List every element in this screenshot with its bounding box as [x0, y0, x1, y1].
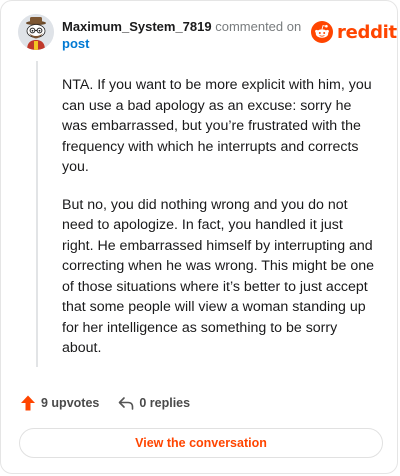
- avatar-snoo-icon: [18, 14, 54, 50]
- commented-on-label: commented on: [215, 19, 302, 34]
- reddit-wordmark: reddit: [337, 21, 397, 43]
- upvote-button[interactable]: 9 upvotes: [19, 394, 99, 412]
- comment-actions: 9 upvotes 0 replies: [19, 394, 208, 412]
- reddit-logo[interactable]: reddit: [311, 21, 397, 43]
- post-link[interactable]: post: [62, 35, 302, 52]
- comment-paragraph-2: But no, you did nothing wrong and you do…: [62, 196, 375, 357]
- comment-card: Maximum_System_7819 commented on post re…: [0, 0, 398, 474]
- comment-paragraph-1: NTA. If you want to be more explicit wit…: [62, 77, 372, 175]
- avatar[interactable]: [18, 14, 54, 50]
- comment-body: NTA. If you want to be more explicit wit…: [62, 75, 378, 376]
- reddit-snoo-icon: [311, 21, 333, 43]
- comment-header: Maximum_System_7819 commented on post: [62, 18, 302, 52]
- username[interactable]: Maximum_System_7819: [62, 19, 212, 34]
- upvotes-count: 9 upvotes: [41, 396, 100, 410]
- thread-line[interactable]: [36, 61, 38, 367]
- reply-arrow-icon: [119, 397, 134, 410]
- reply-button[interactable]: 0 replies: [117, 394, 190, 412]
- view-conversation-button[interactable]: View the conversation: [19, 428, 383, 458]
- replies-count: 0 replies: [139, 396, 191, 410]
- upvote-arrow-icon: [21, 395, 35, 411]
